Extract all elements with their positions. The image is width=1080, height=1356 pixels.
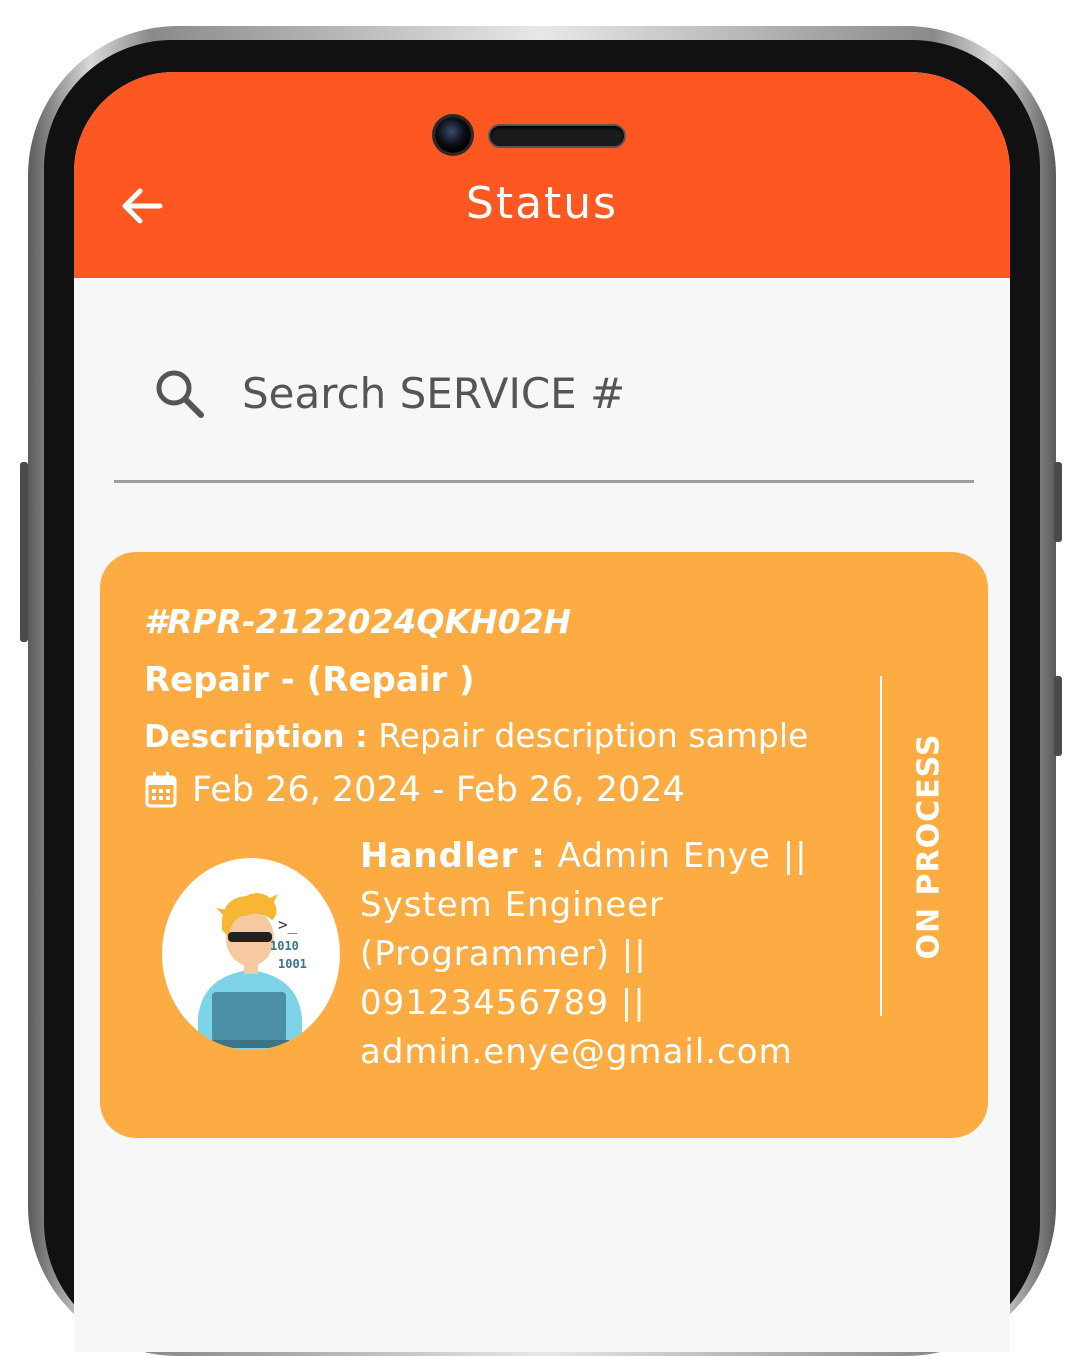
service-type: Repair - (Repair ) xyxy=(144,660,475,700)
date-range-row: Feb 26, 2024 - Feb 26, 2024 xyxy=(144,770,685,810)
handler-label: Handler : xyxy=(360,836,546,876)
handler-avatar: >_ 1010 1001 xyxy=(162,858,340,1050)
side-button-left xyxy=(20,462,28,642)
screen: Status #RPR-2122024QKH02H Repair - (Repa… xyxy=(74,72,1010,1352)
search-bar[interactable] xyxy=(114,330,974,483)
status-badge: ON PROCESS xyxy=(882,676,976,1016)
ticket-number: #RPR-2122024QKH02H xyxy=(144,602,572,641)
earpiece-speaker xyxy=(490,126,624,146)
date-range: Feb 26, 2024 - Feb 26, 2024 xyxy=(192,770,685,810)
front-camera xyxy=(435,117,471,153)
handler-info: Handler : Admin Enye || System Engineer … xyxy=(360,832,830,1077)
status-text: ON PROCESS xyxy=(911,732,947,960)
search-input[interactable] xyxy=(240,360,944,426)
calendar-icon xyxy=(145,772,177,808)
svg-text:1001: 1001 xyxy=(278,957,307,971)
svg-text:1010: 1010 xyxy=(270,939,299,953)
svg-text:>_: >_ xyxy=(278,915,298,934)
description-row: Description : Repair description sample xyxy=(144,716,808,755)
service-card[interactable]: #RPR-2122024QKH02H Repair - (Repair ) De… xyxy=(100,552,988,1138)
search-icon xyxy=(156,370,204,418)
description-label: Description : xyxy=(144,719,368,755)
page-title: Status xyxy=(465,178,619,229)
description-value: Repair description sample xyxy=(378,716,809,755)
side-button-right-bottom xyxy=(1054,676,1062,756)
app-bar: Status xyxy=(74,72,1010,278)
side-button-right-top xyxy=(1054,462,1062,542)
programmer-avatar-icon: >_ 1010 1001 xyxy=(198,893,307,1050)
